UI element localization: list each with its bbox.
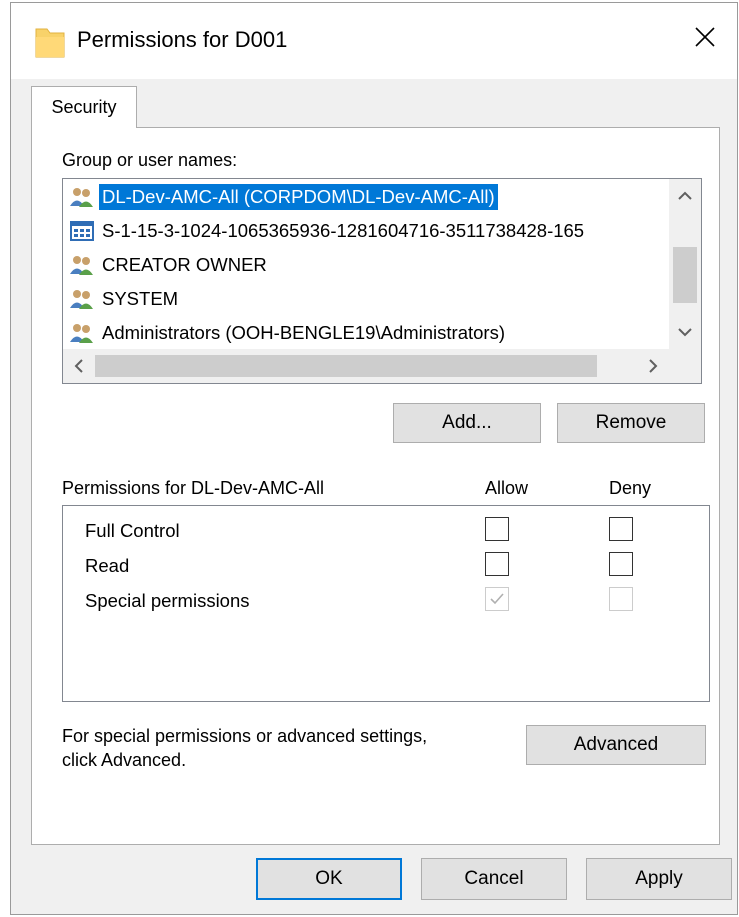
remove-button[interactable]: Remove — [557, 403, 705, 443]
checkmark-icon — [490, 593, 504, 605]
list-item-label: SYSTEM — [102, 288, 179, 309]
dialog-title: Permissions for D001 — [77, 27, 288, 52]
chevron-left-icon — [74, 359, 83, 373]
list-item-sid[interactable]: S-1-15-3-1024-1065365936-1281604716-3511… — [69, 214, 669, 248]
deny-column-header: Deny — [609, 478, 652, 498]
scroll-right-button[interactable] — [637, 349, 669, 383]
list-item-administrators[interactable]: Administrators (OOH-BENGLE19\Administrat… — [69, 316, 669, 350]
group-list-label: Group or user names: — [62, 150, 238, 170]
deny-read-checkbox[interactable] — [609, 552, 633, 576]
list-item-label: DL-Dev-AMC-All (CORPDOM\DL-Dev-AMC-All) — [99, 184, 498, 210]
chevron-up-icon — [678, 191, 692, 200]
advanced-note: For special permissions or advanced sett… — [62, 724, 427, 772]
scroll-down-button[interactable] — [669, 315, 701, 349]
folder-icon — [35, 28, 65, 58]
advanced-note-line1: For special permissions or advanced sett… — [62, 726, 428, 746]
tab-security[interactable]: Security — [31, 86, 137, 128]
vertical-scroll-thumb[interactable] — [673, 247, 697, 303]
allow-special-checkbox — [485, 587, 509, 611]
deny-special-checkbox — [609, 587, 633, 611]
group-user-listbox[interactable]: DL-Dev-AMC-All (CORPDOM\DL-Dev-AMC-All) … — [62, 178, 702, 384]
list-item-label: Administrators (OOH-BENGLE19\Administrat… — [102, 322, 505, 343]
chevron-down-icon — [678, 328, 692, 337]
chevron-right-icon — [649, 359, 658, 373]
list-item-label: S-1-15-3-1024-1065365936-1281604716-3511… — [102, 220, 585, 241]
app-package-icon — [70, 221, 94, 241]
group-users-icon — [70, 324, 93, 343]
advanced-button[interactable]: Advanced — [526, 725, 706, 765]
close-icon — [695, 27, 715, 47]
list-item-dl-dev-amc-all[interactable]: DL-Dev-AMC-All (CORPDOM\DL-Dev-AMC-All) — [69, 180, 669, 214]
permission-name: Special permissions — [85, 590, 250, 611]
add-button[interactable]: Add... — [393, 403, 541, 443]
group-users-icon — [70, 290, 93, 309]
horizontal-scrollbar[interactable] — [63, 349, 669, 383]
permissions-list: Full Control Read Special permissions — [62, 505, 710, 702]
ok-button[interactable]: OK — [256, 858, 402, 900]
permission-row-read: Read — [85, 549, 685, 583]
permission-name: Read — [85, 555, 130, 576]
group-users-icon — [70, 188, 93, 207]
permission-row-full-control: Full Control — [85, 514, 685, 548]
vertical-scrollbar[interactable] — [669, 179, 701, 349]
allow-column-header: Allow — [485, 478, 529, 498]
allow-full-control-checkbox[interactable] — [485, 517, 509, 541]
security-tab-panel: Group or user names: DL-Dev-AMC-All (COR… — [31, 127, 720, 845]
group-users-icon — [70, 256, 93, 275]
advanced-note-line2: click Advanced. — [62, 750, 187, 770]
allow-read-checkbox[interactable] — [485, 552, 509, 576]
apply-button[interactable]: Apply — [586, 858, 732, 900]
permissions-label: Permissions for DL-Dev-AMC-All — [62, 478, 325, 498]
list-item-creator-owner[interactable]: CREATOR OWNER — [69, 248, 669, 282]
permission-name: Full Control — [85, 520, 180, 541]
deny-full-control-checkbox[interactable] — [609, 517, 633, 541]
permissions-dialog: Permissions for D001 Security Group or u… — [10, 2, 738, 915]
cancel-button[interactable]: Cancel — [421, 858, 567, 900]
list-item-label: CREATOR OWNER — [102, 254, 267, 275]
title-bar: Permissions for D001 — [11, 3, 737, 79]
horizontal-scroll-thumb[interactable] — [95, 355, 597, 377]
scroll-up-button[interactable] — [669, 179, 701, 213]
scroll-left-button[interactable] — [63, 349, 95, 383]
permission-row-special: Special permissions — [85, 584, 685, 618]
list-item-system[interactable]: SYSTEM — [69, 282, 669, 316]
scrollbar-corner — [669, 349, 701, 383]
close-button[interactable] — [679, 11, 731, 63]
